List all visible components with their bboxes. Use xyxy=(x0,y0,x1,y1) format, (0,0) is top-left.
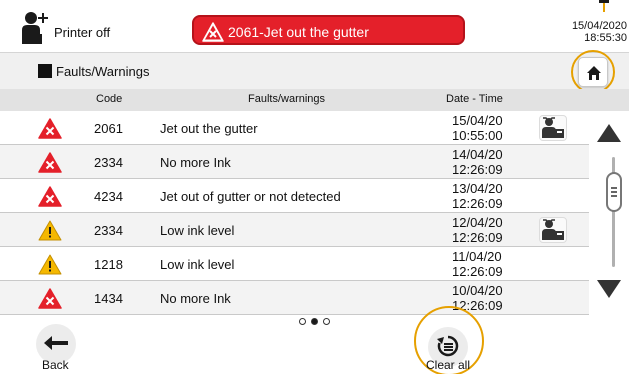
fault-x-icon xyxy=(38,288,62,309)
technician-icon xyxy=(542,117,564,138)
alert-text: 2061-Jet out the gutter xyxy=(228,24,369,40)
table-header: Code Faults/warnings Date - Time xyxy=(0,89,629,111)
clock-date: 15/04/2020 xyxy=(571,20,627,32)
row-description: No more Ink xyxy=(160,155,231,170)
column-header-code: Code xyxy=(96,93,123,105)
fault-x-icon xyxy=(38,152,62,173)
column-header-datetime: Date - Time xyxy=(446,93,503,105)
clock-time: 18:55:30 xyxy=(584,32,627,44)
printer-user-icon xyxy=(22,12,48,44)
section-marker-icon xyxy=(38,64,52,78)
column-header-faults: Faults/warnings xyxy=(248,93,326,105)
scrollbar-thumb[interactable] xyxy=(606,172,622,212)
row-code: 2334 xyxy=(94,155,123,170)
clear-all-icon xyxy=(437,335,459,357)
scroll-down-icon[interactable] xyxy=(595,276,623,302)
row-datetime: 14/04/20 12:26:09 xyxy=(452,147,503,177)
table-row[interactable]: 1434 No more Ink 10/04/20 12:26:09 xyxy=(0,281,589,315)
row-datetime: 15/04/20 10:55:00 xyxy=(452,113,503,143)
row-description: Jet out of gutter or not detected xyxy=(160,189,341,204)
home-button[interactable] xyxy=(578,57,608,87)
scroll-up-icon[interactable] xyxy=(595,120,623,146)
highlight-pointer xyxy=(599,0,609,12)
arrow-left-icon xyxy=(44,336,68,350)
row-time: 12:26:09 xyxy=(452,162,503,177)
row-code: 1434 xyxy=(94,291,123,306)
row-date: 12/04/20 xyxy=(452,215,503,230)
row-date: 15/04/20 xyxy=(452,113,503,128)
technician-icon xyxy=(542,219,564,240)
row-description: Jet out the gutter xyxy=(160,121,258,136)
fault-x-icon xyxy=(38,118,62,139)
printer-status-text: Printer off xyxy=(54,25,111,40)
row-description: Low ink level xyxy=(160,257,235,272)
row-code: 1218 xyxy=(94,257,123,272)
row-description: No more Ink xyxy=(160,291,231,306)
page-dot[interactable] xyxy=(323,318,330,325)
table-row[interactable]: 1218 Low ink level 11/04/20 12:26:09 xyxy=(0,247,589,281)
row-time: 10:55:00 xyxy=(452,128,503,143)
table-row[interactable]: 2334 No more Ink 14/04/20 12:26:09 xyxy=(0,145,589,179)
row-code: 2061 xyxy=(94,121,123,136)
row-description: Low ink level xyxy=(160,223,235,238)
active-alert-banner[interactable]: 2061-Jet out the gutter xyxy=(192,15,465,45)
page-dot[interactable] xyxy=(311,318,318,325)
warning-icon xyxy=(38,220,62,241)
warning-icon xyxy=(38,254,62,275)
technician-button[interactable] xyxy=(539,115,567,141)
table-row[interactable]: 4234 Jet out of gutter or not detected 13/… xyxy=(0,179,589,213)
row-datetime: 12/04/20 12:26:09 xyxy=(452,215,503,245)
row-date: 10/04/20 xyxy=(452,283,503,298)
status-bar: Printer off 2061-Jet out the gutter 15/0… xyxy=(0,0,629,52)
clear-all-label: Clear all xyxy=(426,358,471,372)
row-code: 4234 xyxy=(94,189,123,204)
row-time: 12:26:09 xyxy=(452,196,503,211)
page-title: Faults/Warnings xyxy=(56,64,150,79)
row-time: 12:26:09 xyxy=(452,264,503,279)
page-dot[interactable] xyxy=(299,318,306,325)
row-datetime: 11/04/20 12:26:09 xyxy=(452,249,503,279)
technician-button[interactable] xyxy=(539,217,567,243)
row-datetime: 13/04/20 12:26:09 xyxy=(452,181,503,211)
table-row[interactable]: 2334 Low ink level 12/04/20 12:26:09 xyxy=(0,213,589,247)
fault-x-icon xyxy=(38,186,62,207)
row-date: 11/04/20 xyxy=(452,249,502,264)
home-icon xyxy=(587,66,601,80)
row-time: 12:26:09 xyxy=(452,230,503,245)
row-date: 13/04/20 xyxy=(452,181,503,196)
back-label: Back xyxy=(42,358,69,372)
row-date: 14/04/20 xyxy=(452,147,503,162)
page-indicator xyxy=(297,317,333,327)
row-code: 2334 xyxy=(94,223,123,238)
fault-x-icon xyxy=(202,22,224,42)
clock: 15/04/2020 18:55:30 xyxy=(572,20,627,44)
table-row[interactable]: 2061 Jet out the gutter 15/04/20 10:55:00 xyxy=(0,111,589,145)
